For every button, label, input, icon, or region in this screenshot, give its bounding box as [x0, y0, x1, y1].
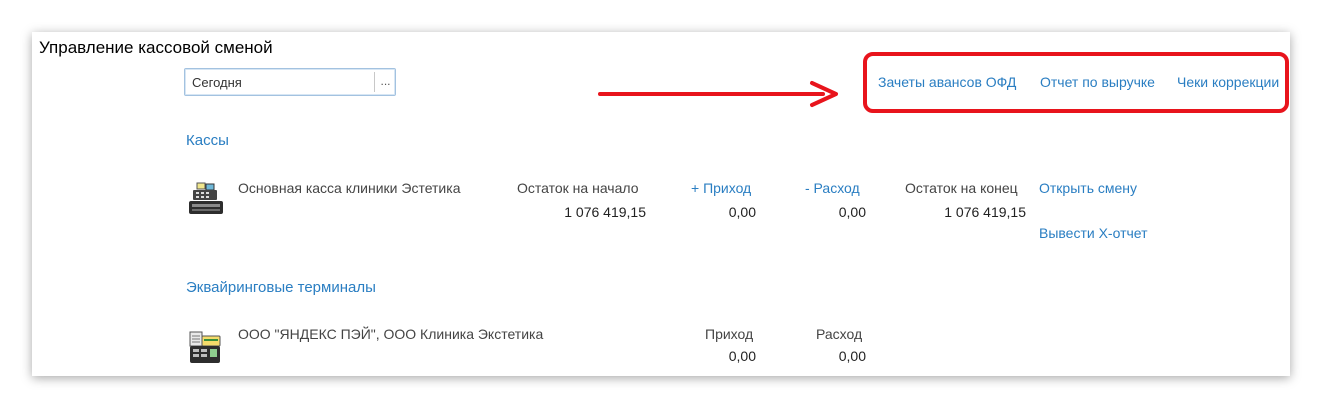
opening-balance-value: 1 076 419,15 [564, 204, 646, 220]
link-correction-checks[interactable]: Чеки коррекции [1177, 74, 1279, 90]
terminal-income-label: Приход [705, 326, 754, 342]
x-report-link[interactable]: Вывести Х-отчет [1039, 225, 1148, 241]
payment-terminal-icon [189, 331, 221, 363]
terminal-income-value: 0,00 [728, 348, 756, 364]
terminal-name: ООО "ЯНДЕКС ПЭЙ", ООО Клиника Экстетика [238, 326, 544, 342]
red-arrow-annotation [598, 81, 838, 107]
expense-value: 0,00 [838, 204, 866, 220]
open-shift-link[interactable]: Открыть смену [1039, 180, 1137, 196]
terminal-expense-value: 0,00 [838, 348, 866, 364]
page-title: Управление кассовой сменой [39, 38, 273, 57]
income-value: 0,00 [728, 204, 756, 220]
expense-link[interactable]: - Расход [805, 180, 860, 196]
terminal-expense-label: Расход [816, 326, 863, 342]
period-field[interactable]: Сегодня ... [184, 68, 396, 96]
income-link[interactable]: + Приход [691, 180, 751, 196]
cash-register-name: Основная касса клиники Эстетика [238, 180, 461, 196]
section-acquiring-terminals[interactable]: Эквайринговые терминалы [186, 279, 376, 296]
opening-balance-label: Остаток на начало [517, 180, 639, 196]
period-value[interactable]: Сегодня [192, 75, 242, 90]
period-select-button[interactable]: ... [375, 69, 396, 95]
closing-balance-value: 1 076 419,15 [944, 204, 1026, 220]
closing-balance-label: Остаток на конец [905, 180, 1018, 196]
link-ofd-advances[interactable]: Зачеты авансов ОФД [878, 74, 1016, 90]
section-cash-registers[interactable]: Кассы [186, 132, 229, 149]
cash-register-icon [189, 182, 223, 214]
link-revenue-report[interactable]: Отчет по выручке [1040, 74, 1155, 90]
